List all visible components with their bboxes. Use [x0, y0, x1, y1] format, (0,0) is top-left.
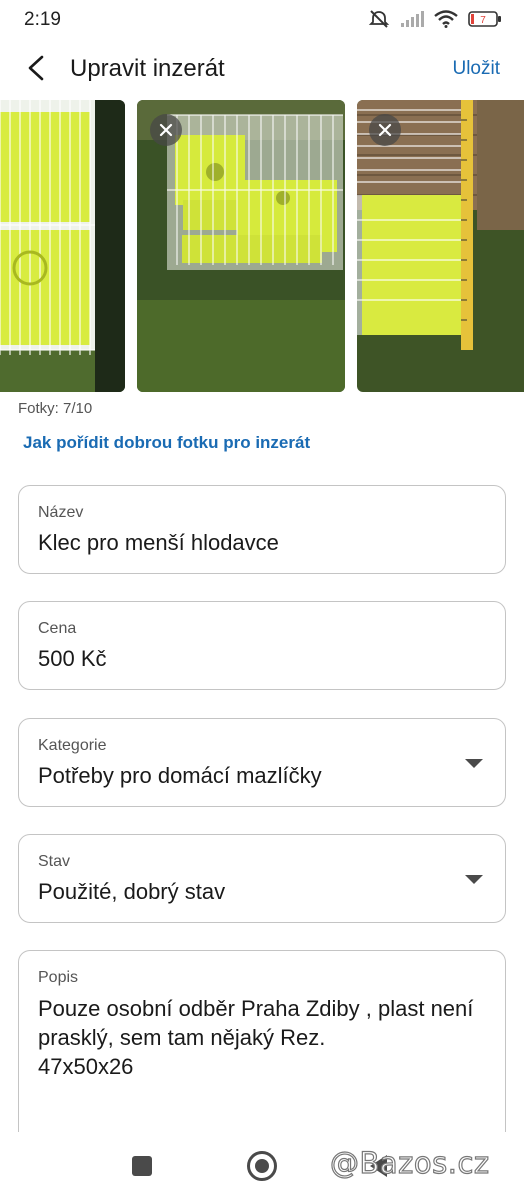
signal-icon — [401, 11, 424, 27]
field-label: Popis — [38, 969, 79, 986]
back-button[interactable] — [16, 48, 56, 88]
recent-apps-button[interactable] — [132, 1156, 152, 1176]
remove-photo-button[interactable] — [150, 114, 182, 146]
arrow-back-icon — [28, 55, 44, 81]
status-time: 2:19 — [24, 9, 61, 30]
photo-count: Fotky: 7/10 — [18, 400, 93, 417]
field-label: Cena — [38, 620, 77, 637]
system-nav-bar: @Bazos.cz — [0, 1132, 524, 1200]
cage-photo-image — [0, 100, 125, 392]
save-button[interactable]: Uložit — [452, 58, 500, 80]
photo-gallery[interactable] — [0, 100, 524, 392]
photo-thumbnail[interactable] — [137, 100, 345, 392]
title-field[interactable]: Název Klec pro menší hlodavce — [18, 485, 506, 574]
price-field[interactable]: Cena 500 Kč — [18, 601, 506, 690]
field-value[interactable]: Pouze osobní odběr Praha Zdiby , plast n… — [38, 994, 488, 1081]
condition-select[interactable]: Stav Použité, dobrý stav — [18, 834, 506, 923]
mute-icon — [368, 10, 390, 28]
status-icons: 7 — [368, 8, 502, 30]
field-label: Stav — [38, 853, 71, 870]
field-label: Název — [38, 504, 84, 521]
field-value[interactable]: Klec pro menší hlodavce — [38, 530, 279, 556]
photo-tips-link[interactable]: Jak pořídit dobrou fotku pro inzerát — [23, 433, 310, 453]
field-label: Kategorie — [38, 737, 107, 754]
field-value[interactable]: Použité, dobrý stav — [38, 879, 225, 905]
close-icon — [378, 123, 392, 137]
photo-thumbnail[interactable] — [0, 100, 125, 392]
app-bar: Upravit inzerát Uložit — [0, 40, 524, 98]
battery-icon: 7 — [468, 11, 501, 27]
dropdown-arrow-icon[interactable] — [465, 759, 483, 768]
field-value[interactable]: Potřeby pro domácí mazlíčky — [38, 763, 322, 789]
field-value[interactable]: 500 Kč — [38, 646, 107, 672]
photo-thumbnail[interactable] — [357, 100, 524, 392]
home-button[interactable] — [247, 1151, 277, 1181]
remove-photo-button[interactable] — [369, 114, 401, 146]
category-select[interactable]: Kategorie Potřeby pro domácí mazlíčky — [18, 718, 506, 807]
status-bar: 2:19 7 — [0, 0, 524, 40]
watermark: @Bazos.cz — [329, 1145, 490, 1180]
description-field[interactable]: Popis Pouze osobní odběr Praha Zdiby , p… — [18, 950, 506, 1140]
close-icon — [159, 123, 173, 137]
wifi-icon — [434, 10, 458, 28]
dropdown-arrow-icon[interactable] — [465, 875, 483, 884]
battery-level: 7 — [480, 15, 486, 26]
page-title: Upravit inzerát — [70, 55, 225, 82]
